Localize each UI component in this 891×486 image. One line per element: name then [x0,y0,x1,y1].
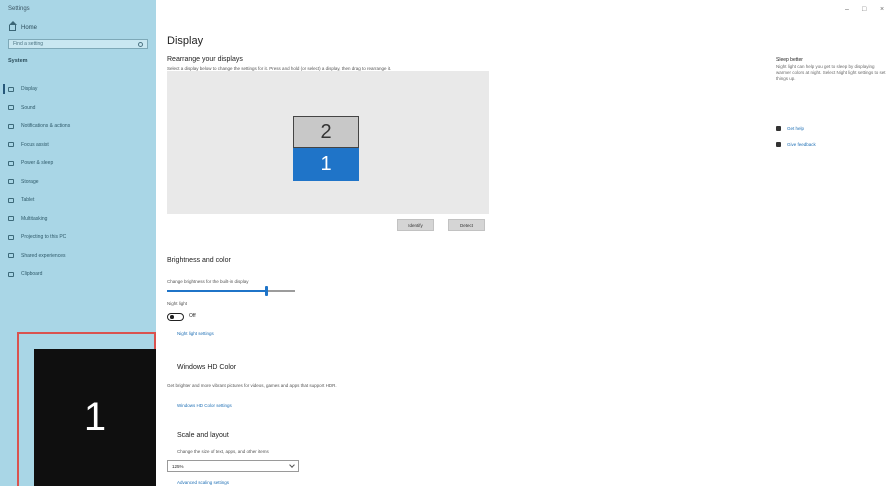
home-label: Home [21,25,38,31]
sidebar-item-label: Clipboard [21,271,43,278]
night-light-toggle[interactable] [167,313,184,321]
notifications-icon [8,123,14,129]
monitor-2[interactable]: 2 [293,116,359,148]
sidebar-item-label: Power & sleep [21,160,54,167]
window-title: Settings [8,6,30,12]
sidebar-item-projecting[interactable]: Projecting to this PC [0,228,156,247]
sidebar-item-label: Display [21,86,38,93]
hdr-description: Get brighter and more vibrant pictures f… [167,383,337,388]
sidebar-item-display[interactable]: Display [0,80,156,99]
brightness-heading: Brightness and color [167,257,231,264]
monitor-1[interactable]: 1 [293,148,359,181]
maximize-button[interactable]: □ [862,6,866,13]
help-icon [776,126,781,131]
identify-overlay: 1 [34,349,156,486]
brightness-slider-fill [167,290,267,292]
brightness-label: Change brightness for the built-in displ… [167,279,249,284]
shared-icon [8,253,14,259]
sidebar-item-multitasking[interactable]: Multitasking [0,210,156,229]
sidebar-item-focus-assist[interactable]: Focus assist [0,136,156,155]
brightness-slider-thumb[interactable] [265,286,269,296]
sidebar-item-label: Notifications & actions [21,123,71,130]
focus-assist-icon [8,142,14,148]
sidebar-item-label: Storage [21,178,39,185]
settings-window: Settings Home Find a setting System Disp… [0,0,891,486]
search-input[interactable]: Find a setting [8,39,148,49]
display-arrangement: 2 1 [167,71,489,214]
scale-dropdown-value: 125% [172,463,184,469]
sidebar-item-label: Focus assist [21,141,49,148]
sidebar-item-storage[interactable]: Storage [0,173,156,192]
sound-icon [8,105,14,111]
home-icon [9,21,17,31]
sidebar-item-label: Sound [21,104,36,111]
sidebar-item-sound[interactable]: Sound [0,99,156,118]
page-title: Display [167,35,204,47]
tablet-icon [8,197,14,203]
power-icon [8,160,14,166]
multitasking-icon [8,216,14,222]
sidebar-item-label: Tablet [21,197,35,204]
get-help-link[interactable]: Get help [776,126,804,131]
hdr-settings-link[interactable]: Windows HD Color settings [177,403,232,408]
identify-button[interactable]: Identify [397,219,434,231]
scale-heading: Scale and layout [177,432,229,439]
sidebar-item-tablet[interactable]: Tablet [0,191,156,210]
sidebar-nav: Display Sound Notifications & actions Fo… [0,80,156,284]
home-link[interactable]: Home [9,21,38,31]
night-light-settings-link[interactable]: Night light settings [177,331,214,336]
sidebar-item-label: Shared experiences [21,252,66,259]
search-icon [138,41,143,47]
night-light-label: Night light [167,301,188,306]
scale-label: Change the size of text, apps, and other… [177,449,269,454]
get-help-label: Get help [787,126,805,131]
sidebar-item-clipboard[interactable]: Clipboard [0,265,156,284]
search-placeholder: Find a setting [13,41,44,47]
rearrange-heading: Rearrange your displays [167,56,243,63]
night-light-state: Off [189,313,196,319]
scale-dropdown[interactable]: 125% [167,460,299,472]
give-feedback-link[interactable]: Give feedback [776,142,816,147]
sidebar-item-label: Multitasking [21,215,48,222]
chevron-down-icon [289,462,295,468]
display-icon [8,86,14,92]
related-description: Night light can help you get to sleep by… [776,64,886,81]
projecting-icon [8,234,14,240]
clipboard-icon [8,271,14,277]
feedback-icon [776,142,781,147]
storage-icon [8,179,14,185]
advanced-scaling-link[interactable]: Advanced scaling settings [177,480,229,485]
sidebar-item-notifications[interactable]: Notifications & actions [0,117,156,136]
brightness-slider[interactable] [167,286,295,296]
sidebar-item-label: Projecting to this PC [21,234,67,241]
sidebar-item-power[interactable]: Power & sleep [0,154,156,173]
sidebar-item-shared[interactable]: Shared experiences [0,247,156,266]
section-label: System [8,58,28,64]
related-title: Sleep better [776,57,803,63]
close-button[interactable]: × [880,6,884,13]
hdr-heading: Windows HD Color [177,364,237,371]
main-content: Display Rearrange your displays Select a… [167,0,757,486]
give-feedback-label: Give feedback [787,142,816,147]
detect-button[interactable]: Detect [448,219,485,231]
minimize-button[interactable]: – [845,6,849,13]
